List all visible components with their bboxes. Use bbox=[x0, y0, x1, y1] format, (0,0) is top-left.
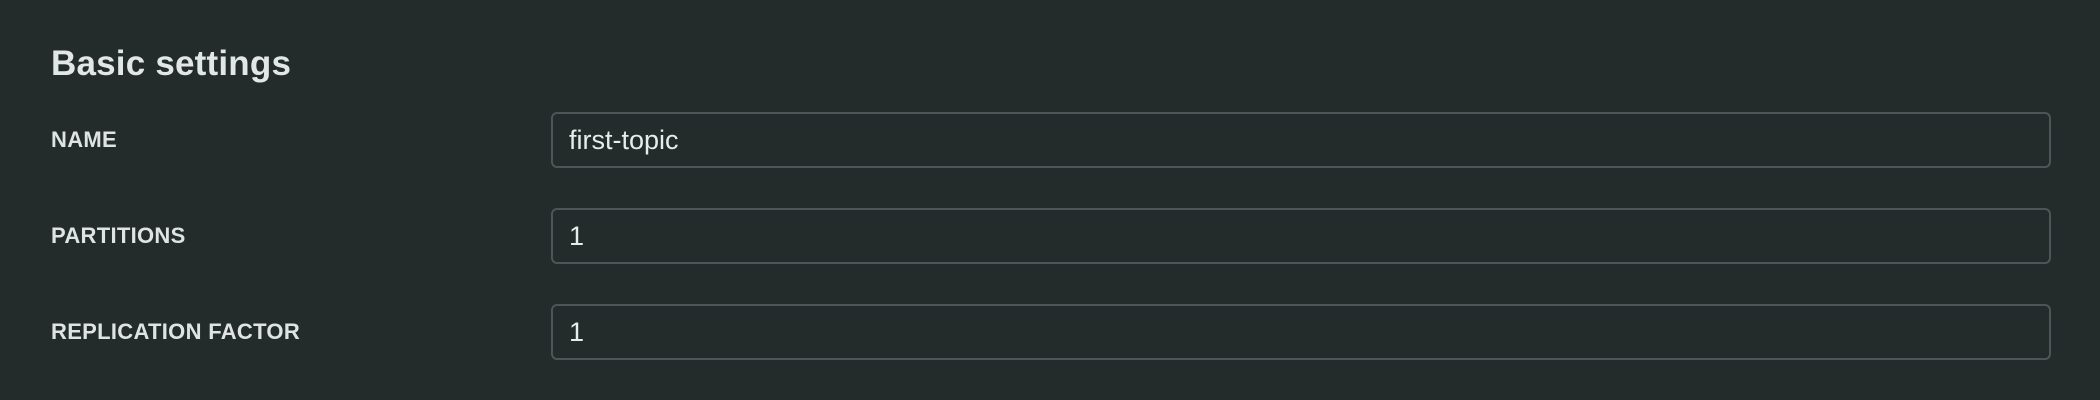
name-input[interactable] bbox=[551, 112, 2051, 168]
name-label: NAME bbox=[51, 127, 117, 152]
basic-settings-panel: Basic settings NAME PARTITIONS REPLICATI… bbox=[0, 0, 2100, 400]
field-row-replication-factor: REPLICATION FACTOR bbox=[0, 304, 2100, 360]
partitions-label: PARTITIONS bbox=[51, 223, 186, 248]
field-row-name: NAME bbox=[0, 112, 2100, 168]
replication-factor-label: REPLICATION FACTOR bbox=[51, 319, 301, 344]
replication-factor-input[interactable] bbox=[551, 304, 2051, 360]
partitions-input[interactable] bbox=[551, 208, 2051, 264]
section-title: Basic settings bbox=[51, 44, 292, 83]
field-row-partitions: PARTITIONS bbox=[0, 208, 2100, 264]
